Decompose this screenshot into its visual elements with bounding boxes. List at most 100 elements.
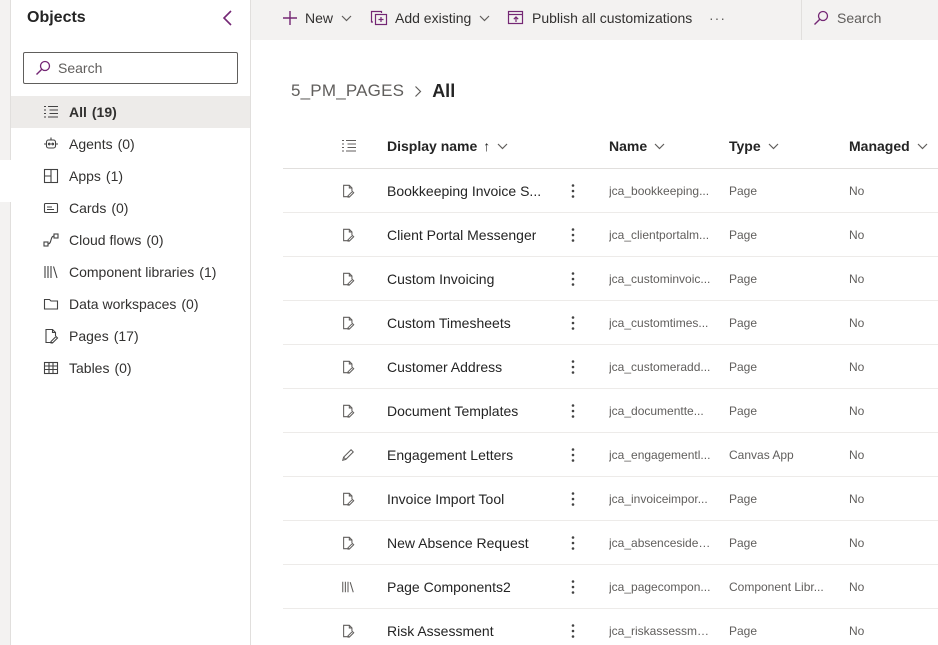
table-icon — [42, 359, 60, 377]
card-icon — [42, 199, 60, 217]
rail-tab[interactable] — [0, 160, 11, 202]
more-options-button[interactable] — [563, 213, 583, 256]
objects-panel: Objects Search All (19) Agents (0) Apps … — [11, 0, 251, 645]
row-type-text: Component Libr... — [729, 579, 824, 594]
table-row[interactable]: Document Templates jca_documentte... Page N… — [283, 389, 938, 433]
column-header-type[interactable]: Type — [729, 124, 779, 168]
more-options-button[interactable] — [563, 345, 583, 388]
more-options-button[interactable] — [563, 389, 583, 432]
more-vertical-icon — [571, 447, 575, 462]
more-options-button[interactable] — [563, 521, 583, 564]
row-display-name[interactable]: Bookkeeping Invoice S... — [387, 169, 543, 212]
table-row[interactable]: Custom Invoicing jca_custominvoic... Page N… — [283, 257, 938, 301]
plus-icon — [283, 11, 297, 25]
publish-all-button[interactable]: Publish all customizations — [507, 0, 692, 36]
row-display-name[interactable]: Customer Address — [387, 345, 543, 388]
canvas-app-icon — [341, 433, 361, 476]
breadcrumb-solution-link[interactable]: 5_PM_PAGES — [291, 81, 404, 101]
row-display-name-text: Engagement Letters — [387, 446, 514, 463]
row-type-text: Page — [729, 359, 758, 374]
row-name: jca_engagementl... — [609, 433, 713, 476]
nav-item-count: (0) — [146, 232, 164, 248]
command-search-placeholder: Search — [837, 10, 882, 26]
command-bar: New Add existing Publish all customizati… — [251, 0, 938, 40]
row-managed-text: No — [849, 315, 865, 330]
column-header-managed[interactable]: Managed — [849, 124, 928, 168]
row-managed: No — [849, 521, 909, 564]
more-options-button[interactable] — [563, 609, 583, 645]
row-display-name-text: Document Templates — [387, 402, 519, 419]
column-options-button[interactable] — [341, 124, 357, 168]
add-existing-button[interactable]: Add existing — [370, 0, 490, 36]
row-managed-text: No — [849, 579, 865, 594]
row-display-name[interactable]: Engagement Letters — [387, 433, 543, 476]
objects-search-input[interactable]: Search — [23, 52, 238, 84]
page-icon — [341, 389, 361, 432]
row-type: Page — [729, 345, 833, 388]
more-options-button[interactable] — [563, 477, 583, 520]
collapse-panel-button[interactable] — [217, 6, 239, 30]
page-icon — [341, 477, 361, 520]
table-header: Display name ↑ Name Type Managed — [283, 124, 938, 169]
more-options-button[interactable] — [563, 169, 583, 212]
row-display-name-text: Bookkeeping Invoice S... — [387, 182, 542, 199]
table-row[interactable]: Client Portal Messenger jca_clientportalm… — [283, 213, 938, 257]
row-display-name[interactable]: Custom Invoicing — [387, 257, 543, 300]
column-header-name[interactable]: Name — [609, 124, 665, 168]
column-header-display-name[interactable]: Display name ↑ — [387, 124, 508, 168]
row-display-name[interactable]: Document Templates — [387, 389, 543, 432]
more-commands-button[interactable]: ··· — [709, 0, 726, 36]
nav-item-data-workspaces[interactable]: Data workspaces (0) — [11, 288, 250, 320]
table-row[interactable]: Bookkeeping Invoice S... jca_bookkeeping.… — [283, 169, 938, 213]
more-options-button[interactable] — [563, 433, 583, 476]
row-name-text: jca_documentte... — [609, 403, 704, 418]
row-name: jca_customeradd... — [609, 345, 713, 388]
publish-icon — [507, 10, 524, 25]
nav-item-component-libraries[interactable]: Component libraries (1) — [11, 256, 250, 288]
row-display-name[interactable]: Risk Assessment — [387, 609, 543, 645]
nav-item-cards[interactable]: Cards (0) — [11, 192, 250, 224]
more-options-button[interactable] — [563, 257, 583, 300]
row-name: jca_bookkeeping... — [609, 169, 713, 212]
nav-item-agents[interactable]: Agents (0) — [11, 128, 250, 160]
command-search-input[interactable]: Search — [813, 0, 881, 36]
row-display-name[interactable]: Invoice Import Tool — [387, 477, 543, 520]
row-display-name[interactable]: New Absence Request — [387, 521, 543, 564]
column-label: Type — [729, 138, 761, 154]
row-managed-text: No — [849, 359, 865, 374]
nav-item-apps[interactable]: Apps (1) — [11, 160, 250, 192]
table-row[interactable]: Custom Timesheets jca_customtimes... Page N… — [283, 301, 938, 345]
nav-item-pages[interactable]: Pages (17) — [11, 320, 250, 352]
row-type: Page — [729, 301, 833, 344]
more-options-button[interactable] — [563, 301, 583, 344]
row-type: Page — [729, 609, 833, 645]
row-display-name[interactable]: Custom Timesheets — [387, 301, 543, 344]
chevron-down-icon — [768, 143, 779, 150]
table-row[interactable]: New Absence Request jca_absencesidev... Pa… — [283, 521, 938, 565]
row-name-text: jca_bookkeeping... — [609, 183, 710, 198]
row-type-text: Page — [729, 403, 758, 418]
more-vertical-icon — [571, 623, 575, 638]
more-options-button[interactable] — [563, 565, 583, 608]
table-row[interactable]: Engagement Letters jca_engagementl... Canv… — [283, 433, 938, 477]
table-row[interactable]: Customer Address jca_customeradd... Page No — [283, 345, 938, 389]
more-vertical-icon — [571, 403, 575, 418]
nav-item-tables[interactable]: Tables (0) — [11, 352, 250, 384]
new-button[interactable]: New — [282, 0, 352, 36]
table-row[interactable]: Page Components2 jca_pagecompon... Compone… — [283, 565, 938, 609]
nav-item-count: (19) — [91, 104, 117, 120]
row-type: Page — [729, 257, 833, 300]
row-display-name[interactable]: Client Portal Messenger — [387, 213, 543, 256]
more-vertical-icon — [571, 315, 575, 330]
nav-item-label: Pages — [69, 328, 109, 344]
nav-item-cloud-flows[interactable]: Cloud flows (0) — [11, 224, 250, 256]
row-managed-text: No — [849, 623, 865, 638]
row-display-name[interactable]: Page Components2 — [387, 565, 543, 608]
nav-item-all[interactable]: All (19) — [11, 96, 250, 128]
row-name: jca_invoiceimpor... — [609, 477, 713, 520]
row-managed-text: No — [849, 227, 865, 242]
row-managed: No — [849, 609, 909, 645]
row-type-text: Page — [729, 491, 758, 506]
table-row[interactable]: Risk Assessment jca_riskassessme... Page No — [283, 609, 938, 645]
table-row[interactable]: Invoice Import Tool jca_invoiceimpor... Pa… — [283, 477, 938, 521]
